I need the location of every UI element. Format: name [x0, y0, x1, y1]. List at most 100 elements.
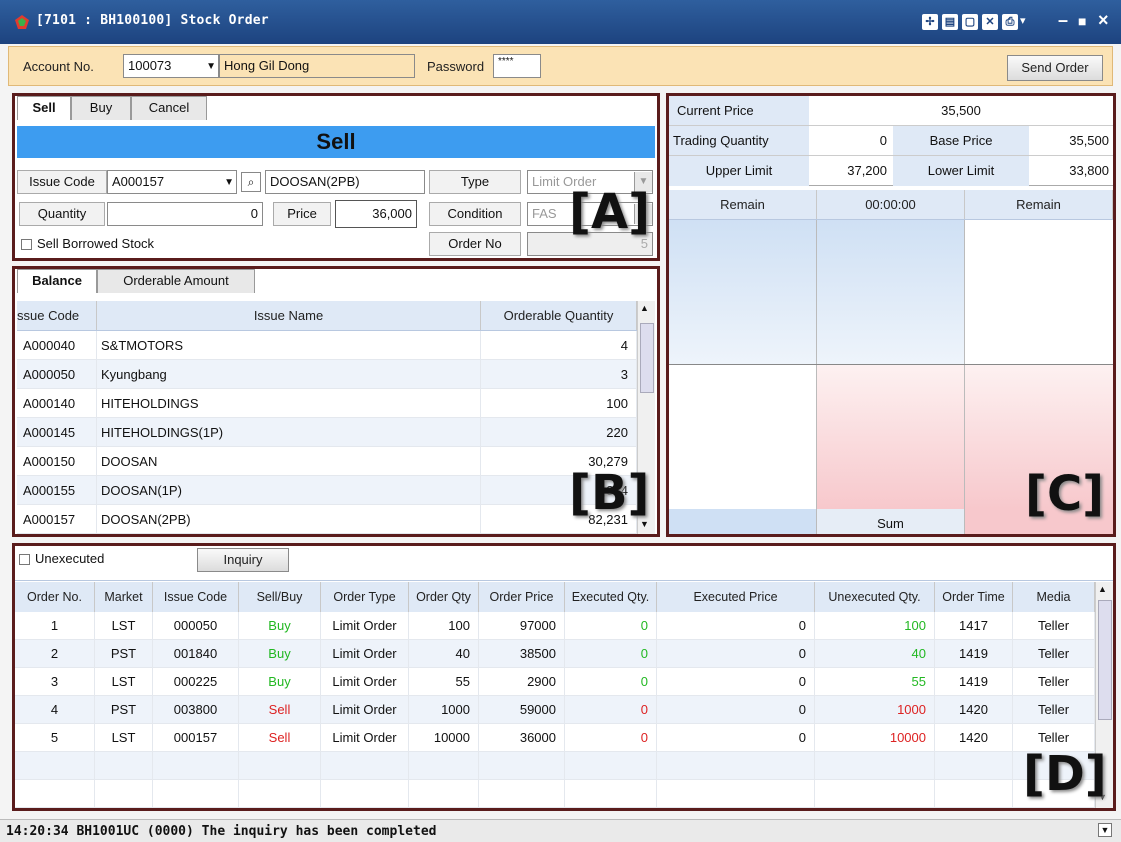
maximize-icon[interactable]: ■	[1078, 13, 1086, 29]
table-row[interactable]: A000155 DOOSAN(1P) 9,834	[17, 476, 637, 505]
sum-ask-cell	[669, 509, 817, 534]
column-header[interactable]: Issue Name	[97, 301, 481, 330]
excel-icon[interactable]: ✕	[982, 14, 998, 30]
search-icon[interactable]: ⌕	[241, 172, 261, 192]
table-cell: 40	[815, 640, 935, 668]
marker-b: [B]	[569, 465, 650, 521]
column-header[interactable]: Executed Price	[657, 582, 815, 612]
table-row[interactable]: A000150 DOOSAN 30,279	[17, 447, 637, 476]
table-cell: LST	[95, 724, 153, 752]
unexecuted-checkbox[interactable]	[19, 554, 30, 565]
quote-panel: Current Price 35,500 Trading Quantity 0 …	[666, 93, 1116, 537]
table-row[interactable]: 2 PST 001840 Buy Limit Order 40 38500 0 0 40 1419 T…	[15, 640, 1095, 668]
ask-empty-column	[965, 220, 1113, 364]
table-row[interactable]: A000140 HITEHOLDINGS 100	[17, 389, 637, 418]
column-header[interactable]: Issue Code	[153, 582, 239, 612]
price-input[interactable]: 36,000	[335, 200, 417, 228]
table-row[interactable]: 4 PST 003800 Sell Limit Order 1000 59000 0 0 1000…	[15, 696, 1095, 724]
column-header[interactable]: Order Price	[479, 582, 565, 612]
column-header[interactable]: Order Type	[321, 582, 409, 612]
table-cell: 40	[409, 640, 479, 668]
table-cell: 1419	[935, 640, 1013, 668]
table-cell	[409, 752, 479, 780]
pin-icon[interactable]: ✢	[922, 14, 938, 30]
table-cell: Teller	[1013, 640, 1095, 668]
table-cell: Teller	[1013, 668, 1095, 696]
upper-limit-value: 37,200	[847, 163, 887, 178]
tab-orderable-amount[interactable]: Orderable Amount	[97, 269, 255, 293]
tab-sell[interactable]: Sell	[17, 96, 71, 120]
scroll-up-icon[interactable]: ▲	[640, 303, 649, 313]
table-cell: Buy	[239, 668, 321, 696]
scroll-thumb[interactable]	[640, 323, 654, 393]
account-number-select[interactable]: 100073 ▼	[123, 54, 219, 78]
password-input[interactable]: ****	[493, 54, 541, 78]
tab-buy[interactable]: Buy	[71, 96, 131, 120]
column-header[interactable]: Order Qty	[409, 582, 479, 612]
table-row[interactable]: A000040 S&TMOTORS 4	[17, 331, 637, 360]
inquiry-button[interactable]: Inquiry	[197, 548, 289, 572]
column-header[interactable]: Order Time	[935, 582, 1013, 612]
table-row[interactable]: 1 LST 000050 Buy Limit Order 100 97000 0 0 100 141…	[15, 612, 1095, 640]
tab-cancel[interactable]: Cancel	[131, 96, 207, 120]
table-row[interactable]: A000050 Kyungbang 3	[17, 360, 637, 389]
table-row[interactable]: 5 LST 000157 Sell Limit Order 10000 36000 0 0 100…	[15, 724, 1095, 752]
borrowed-label: Sell Borrowed Stock	[37, 236, 155, 251]
copy-icon[interactable]: ▤	[942, 14, 958, 30]
table-cell: Limit Order	[321, 612, 409, 640]
close-icon[interactable]: ×	[1098, 10, 1109, 31]
table-cell	[153, 780, 239, 808]
table-row[interactable]: A000145 HITEHOLDINGS(1P) 220	[17, 418, 637, 447]
column-header[interactable]: Market	[95, 582, 153, 612]
column-header[interactable]: Orderable Quantity	[481, 301, 637, 330]
lock-icon[interactable]: ▢	[962, 14, 978, 30]
menu-dropdown-icon[interactable]: ▾	[1020, 14, 1026, 27]
table-row[interactable]: A000157 DOOSAN(2PB) 82,231	[17, 505, 637, 534]
borrowed-checkbox[interactable]	[21, 239, 32, 250]
tab-balance[interactable]: Balance	[17, 269, 97, 293]
scroll-thumb[interactable]	[1098, 600, 1112, 720]
table-row[interactable]: 3 LST 000225 Buy Limit Order 55 2900 0 0 55 1419 Te…	[15, 668, 1095, 696]
table-cell: A000155	[17, 476, 97, 505]
table-cell	[409, 780, 479, 808]
table-cell: 0	[657, 640, 815, 668]
table-cell: 0	[657, 668, 815, 696]
lower-limit-label: Lower Limit	[893, 156, 1029, 186]
table-cell: 0	[565, 612, 657, 640]
table-cell: A000050	[17, 360, 97, 389]
scroll-up-icon[interactable]: ▲	[1098, 584, 1107, 594]
order-no-label: Order No	[429, 232, 521, 256]
orders-divider	[15, 580, 1113, 581]
order-entry-panel: Sell Buy Cancel Sell Issue Code A000157 …	[12, 93, 660, 261]
table-row[interactable]	[15, 780, 1095, 808]
send-order-button[interactable]: Send Order	[1007, 55, 1103, 81]
quantity-input[interactable]: 0	[107, 202, 263, 226]
chevron-down-icon: ▼	[224, 177, 234, 188]
table-cell: 100	[481, 389, 637, 418]
orders-panel: Unexecuted Inquiry Order No. Market Issue …	[12, 543, 1116, 811]
chevron-down-icon: ▼	[206, 61, 216, 72]
column-header[interactable]: Unexecuted Qty.	[815, 582, 935, 612]
table-cell: Buy	[239, 640, 321, 668]
column-header[interactable]: ssue Code	[17, 301, 97, 330]
table-cell: 0	[657, 612, 815, 640]
column-header[interactable]: Order No.	[15, 582, 95, 612]
bid-empty-column	[669, 365, 817, 509]
issue-code-input[interactable]: A000157 ▼	[107, 170, 237, 194]
table-cell: 001840	[153, 640, 239, 668]
table-cell: 1420	[935, 696, 1013, 724]
column-header[interactable]: Media	[1013, 582, 1095, 612]
table-row[interactable]	[15, 752, 1095, 780]
table-cell: A000140	[17, 389, 97, 418]
column-header[interactable]: Sell/Buy	[239, 582, 321, 612]
print-icon[interactable]: ⎙	[1002, 14, 1018, 30]
balance-panel: Balance Orderable Amount ssue Code Issue…	[12, 266, 660, 537]
status-dropdown-icon[interactable]: ▼	[1098, 823, 1112, 837]
column-header: 00:00:00	[817, 190, 965, 219]
base-price-label: Base Price	[893, 126, 1029, 156]
table-cell	[657, 752, 815, 780]
title-bar: [7101 : BH100100] Stock Order ✢ ▤ ▢ ✕ ⎙ …	[0, 0, 1121, 44]
table-cell: 55	[815, 668, 935, 696]
minimize-icon[interactable]: –	[1058, 10, 1068, 31]
column-header[interactable]: Executed Qty.	[565, 582, 657, 612]
